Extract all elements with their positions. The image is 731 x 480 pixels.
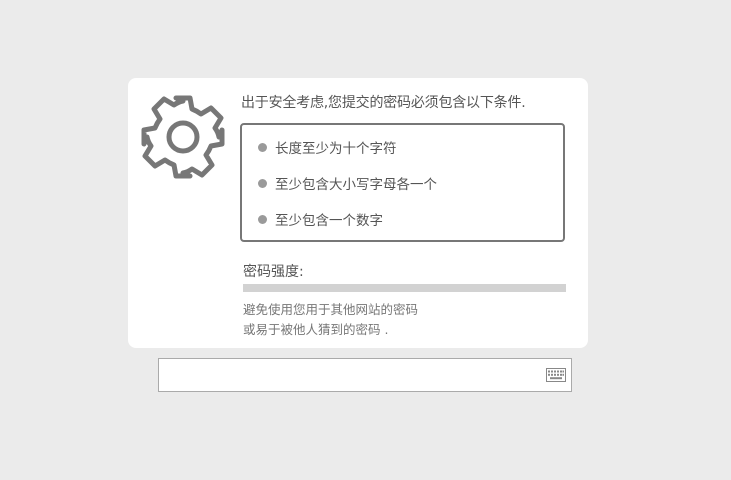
list-item: 长度至少为十个字符 — [258, 137, 397, 157]
bullet-icon — [258, 214, 267, 224]
list-item: 至少包含一个数字 — [258, 209, 383, 229]
gear-icon — [141, 95, 225, 179]
strength-label: 密码强度: — [243, 264, 304, 280]
rule-text: 至少包含大小写字母各一个 — [275, 177, 437, 193]
list-item: 至少包含大小写字母各一个 — [258, 173, 437, 193]
bullet-icon — [258, 178, 267, 188]
keyboard-icon[interactable] — [546, 368, 566, 382]
rule-text: 至少包含一个数字 — [275, 213, 383, 229]
password-field[interactable] — [158, 358, 572, 392]
requirements-heading: 出于安全考虑,您提交的密码必须包含以下条件. — [241, 95, 526, 111]
hint-text: 避免使用您用于其他网站的密码 — [243, 302, 419, 317]
strength-meter — [243, 284, 566, 292]
password-input[interactable] — [159, 359, 539, 391]
requirements-list: 长度至少为十个字符 至少包含大小写字母各一个 至少包含一个数字 — [240, 123, 565, 242]
rule-text: 长度至少为十个字符 — [275, 141, 397, 157]
bullet-icon — [258, 142, 267, 152]
password-requirements-card: 出于安全考虑,您提交的密码必须包含以下条件. 长度至少为十个字符 至少包含大小写… — [128, 78, 588, 348]
hint-text: 或易于被他人猜到的密码 . — [243, 322, 389, 337]
